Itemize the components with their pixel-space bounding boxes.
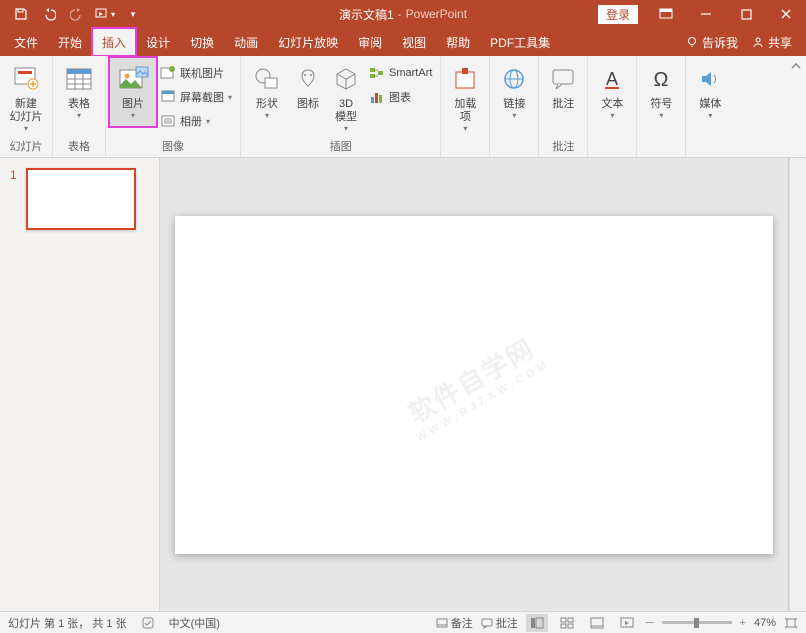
reading-view-icon[interactable] (586, 614, 608, 632)
group-slides-label: 幻灯片 (4, 138, 48, 157)
tab-view[interactable]: 视图 (392, 28, 436, 56)
tab-slideshow[interactable]: 幻灯片放映 (268, 28, 348, 56)
save-icon[interactable] (8, 1, 34, 27)
tab-help[interactable]: 帮助 (436, 28, 480, 56)
picture-button[interactable]: 图片▾ (110, 58, 156, 126)
slide-thumbnail-1[interactable] (26, 168, 136, 230)
start-from-beginning-icon[interactable]: ▾ (92, 1, 118, 27)
text-icon: A (600, 62, 624, 96)
icons-button[interactable]: 图标 (289, 58, 327, 126)
new-slide-icon (11, 62, 41, 96)
cube-icon (333, 62, 359, 96)
3d-models-button[interactable]: 3D 模型▾ (327, 58, 365, 134)
sorter-view-icon[interactable] (556, 614, 578, 632)
online-pictures-button[interactable]: 联机图片 (156, 62, 236, 84)
thumbnail-number: 1 (10, 168, 20, 230)
screenshot-button[interactable]: 屏幕截图▾ (156, 86, 236, 108)
svg-text:A: A (606, 69, 618, 89)
text-button[interactable]: A 文本▾ (592, 58, 632, 126)
normal-view-icon[interactable] (526, 614, 548, 632)
new-slide-button[interactable]: 新建 幻灯片▾ (4, 58, 48, 134)
login-button[interactable]: 登录 (598, 5, 638, 24)
zoom-slider[interactable] (662, 621, 732, 624)
photo-album-button[interactable]: 相册▾ (156, 110, 236, 132)
vertical-scrollbar[interactable] (789, 158, 806, 611)
comment-icon (550, 62, 576, 96)
workspace: 1 软件自学网 WWW.RJZXW.COM (0, 158, 806, 611)
group-images-label: 图像 (110, 138, 236, 157)
ribbon-tabs: 文件 开始 插入 设计 切换 动画 幻灯片放映 审阅 视图 帮助 PDF工具集 … (0, 28, 806, 56)
slide-canvas-area[interactable]: 软件自学网 WWW.RJZXW.COM (160, 158, 789, 611)
table-icon (64, 62, 94, 96)
tab-design[interactable]: 设计 (136, 28, 180, 56)
online-picture-icon (160, 65, 176, 81)
status-bar: 幻灯片 第 1 张， 共 1 张 中文(中国) 备注 批注 ─ + 47% (0, 611, 806, 633)
table-button[interactable]: 表格▾ (57, 58, 101, 126)
shapes-icon (253, 62, 281, 96)
fit-to-window-icon[interactable] (784, 617, 798, 629)
svg-text:Ω: Ω (654, 69, 669, 91)
omega-icon: Ω (649, 62, 673, 96)
ribbon-options-icon[interactable] (646, 0, 686, 28)
watermark: 软件自学网 WWW.RJZXW.COM (396, 325, 552, 444)
window-title: 演示文稿1 - PowerPoint (339, 6, 467, 23)
addins-icon (452, 62, 478, 96)
share-button[interactable]: 共享 (752, 34, 792, 51)
smartart-icon (369, 65, 385, 81)
shapes-button[interactable]: 形状▾ (245, 58, 289, 126)
picture-icon (117, 62, 149, 96)
media-button[interactable]: 媒体▾ (690, 58, 730, 126)
comment-button[interactable]: 批注 (543, 58, 583, 126)
slideshow-view-icon[interactable] (616, 614, 638, 632)
album-icon (160, 113, 176, 129)
zoom-slider-thumb[interactable] (694, 618, 699, 628)
icons-icon (295, 62, 321, 96)
group-tables-label: 表格 (57, 138, 101, 157)
spellcheck-icon[interactable] (141, 616, 155, 630)
group-illustrations-label: 插图 (245, 138, 436, 157)
group-comments-label: 批注 (543, 138, 583, 157)
comments-button[interactable]: 批注 (481, 615, 518, 631)
zoom-percent[interactable]: 47% (754, 617, 776, 629)
doc-name: 演示文稿1 (339, 6, 394, 23)
app-name: PowerPoint (406, 7, 467, 21)
screenshot-icon (160, 89, 176, 105)
tab-file[interactable]: 文件 (4, 28, 48, 56)
language-indicator[interactable]: 中文(中国) (169, 615, 220, 631)
tab-review[interactable]: 审阅 (348, 28, 392, 56)
link-icon (501, 62, 527, 96)
maximize-icon[interactable] (726, 0, 766, 28)
lightbulb-icon (686, 36, 698, 48)
chart-icon (369, 89, 385, 105)
tab-transitions[interactable]: 切换 (180, 28, 224, 56)
link-button[interactable]: 链接▾ (494, 58, 534, 126)
person-icon (752, 36, 764, 48)
thumbnail-pane[interactable]: 1 (0, 158, 160, 611)
redo-icon[interactable] (64, 1, 90, 27)
collapse-ribbon-icon[interactable] (790, 60, 802, 72)
tell-me-button[interactable]: 告诉我 (686, 34, 738, 51)
chart-button[interactable]: 图表 (365, 86, 436, 108)
minimize-icon[interactable] (686, 0, 726, 28)
qat-customize-icon[interactable]: ▾ (120, 1, 146, 27)
symbol-button[interactable]: Ω 符号▾ (641, 58, 681, 126)
tab-animations[interactable]: 动画 (224, 28, 268, 56)
comment-small-icon (481, 617, 493, 629)
ribbon: 新建 幻灯片▾ 幻灯片 表格▾ 表格 图片▾ 联机图片 屏幕截图▾ 相册▾ 图像 (0, 56, 806, 158)
slide-counter[interactable]: 幻灯片 第 1 张， 共 1 张 (8, 615, 127, 631)
tab-insert[interactable]: 插入 (92, 28, 136, 56)
smartart-button[interactable]: SmartArt (365, 62, 436, 84)
tab-home[interactable]: 开始 (48, 28, 92, 56)
addins-button[interactable]: 加载 项▾ (445, 58, 485, 134)
close-icon[interactable] (766, 0, 806, 28)
notes-button[interactable]: 备注 (436, 615, 473, 631)
undo-icon[interactable] (36, 1, 62, 27)
slide[interactable]: 软件自学网 WWW.RJZXW.COM (175, 216, 773, 554)
title-bar: ▾ ▾ 演示文稿1 - PowerPoint 登录 (0, 0, 806, 28)
speaker-icon (698, 62, 722, 96)
notes-icon (436, 617, 448, 629)
tab-pdf[interactable]: PDF工具集 (480, 28, 560, 56)
